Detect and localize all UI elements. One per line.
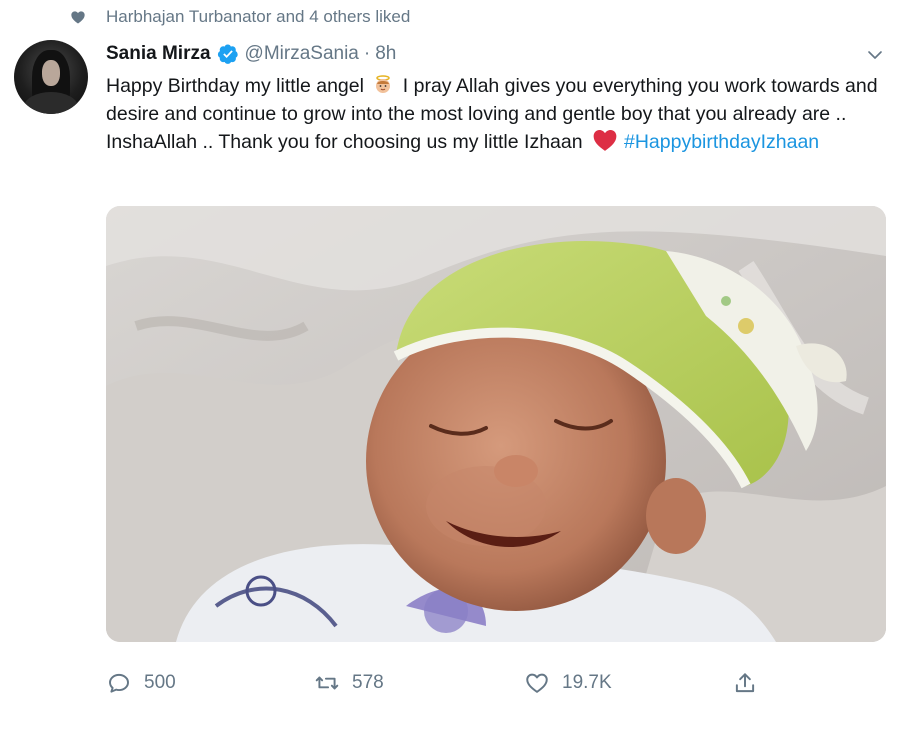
tweet-header: Sania Mirza @MirzaSania · 8h <box>106 40 396 68</box>
tweet-photo[interactable] <box>106 206 886 642</box>
red-heart-emoji <box>592 128 618 152</box>
chevron-down-icon[interactable] <box>866 46 884 64</box>
author-name[interactable]: Sania Mirza <box>106 43 211 65</box>
tweet-text-part-1: Happy Birthday my little angel <box>106 75 370 97</box>
tweet-text: Happy Birthday my little angel I pray Al… <box>106 72 896 156</box>
reply-icon <box>106 670 132 696</box>
like-heart-icon <box>524 670 550 696</box>
social-context-text: Harbhajan Turbanator and 4 others liked <box>106 7 411 26</box>
tweet-action-bar: 500 578 19.7K <box>106 668 786 698</box>
heart-icon <box>70 9 86 25</box>
share-icon <box>732 670 758 696</box>
reply-count: 500 <box>144 672 176 693</box>
like-button[interactable]: 19.7K <box>524 668 612 698</box>
verified-badge-icon <box>217 43 239 65</box>
share-button[interactable] <box>732 668 770 698</box>
separator-dot: · <box>363 43 371 64</box>
retweet-icon <box>314 670 340 696</box>
reply-button[interactable]: 500 <box>106 668 176 698</box>
social-context[interactable]: Harbhajan Turbanator and 4 others liked <box>70 6 410 28</box>
tweet-timestamp[interactable]: 8h <box>375 43 396 65</box>
author-handle[interactable]: @MirzaSania <box>245 43 359 65</box>
baby-angel-emoji <box>373 75 393 95</box>
retweet-count: 578 <box>352 672 384 693</box>
retweet-button[interactable]: 578 <box>314 668 384 698</box>
like-count: 19.7K <box>562 672 612 693</box>
avatar[interactable] <box>14 40 88 114</box>
hashtag-link[interactable]: #HappybirthdayIzhaan <box>624 131 819 153</box>
